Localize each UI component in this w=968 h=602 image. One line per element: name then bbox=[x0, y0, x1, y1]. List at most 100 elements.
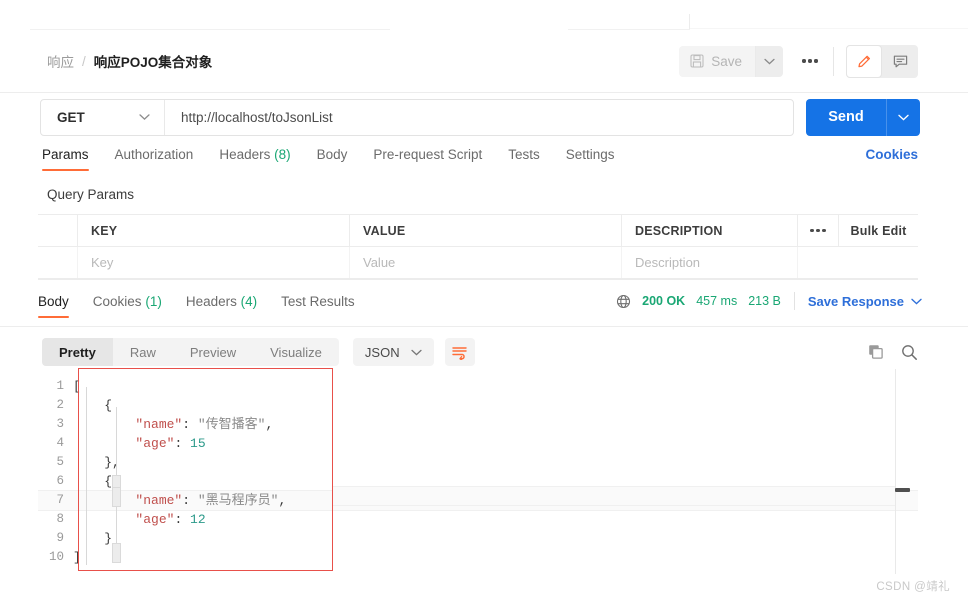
tab-authorization-label: Authorization bbox=[114, 147, 194, 162]
code-line: 5 }, bbox=[38, 453, 918, 472]
http-method-value: GET bbox=[57, 109, 85, 125]
wrap-lines-button[interactable] bbox=[444, 338, 475, 366]
code-line: 2 { bbox=[38, 396, 918, 415]
code-token-punc: : bbox=[174, 512, 191, 527]
http-method-select[interactable]: GET bbox=[41, 99, 165, 135]
response-tabs-list: Body Cookies (1) Headers (4) Test Result… bbox=[38, 294, 355, 318]
response-tab-cookies[interactable]: Cookies (1) bbox=[93, 294, 162, 318]
tab-settings[interactable]: Settings bbox=[566, 147, 615, 171]
tab-params[interactable]: Params bbox=[42, 147, 89, 171]
response-body-code[interactable]: 1[2 {3 "name": "传智播客", 4 "age": 15 5 }, 6 {… bbox=[38, 369, 918, 581]
param-description-input[interactable]: Description bbox=[622, 247, 798, 278]
code-line: 3 "name": "传智播客", bbox=[38, 415, 918, 434]
tab-body-label: Body bbox=[316, 147, 348, 162]
kebab-dots-icon bbox=[802, 59, 818, 63]
code-token-key: "name" bbox=[135, 417, 183, 432]
url-input-value: http://localhost/toJsonList bbox=[181, 109, 333, 125]
code-line: 10] bbox=[38, 548, 918, 567]
response-tab-body[interactable]: Body bbox=[38, 294, 69, 318]
save-button-label: Save bbox=[711, 53, 742, 69]
line-number: 10 bbox=[48, 550, 64, 564]
code-token-punc: ] bbox=[73, 550, 81, 565]
code-text: }, bbox=[73, 453, 120, 472]
send-dropdown-button[interactable] bbox=[886, 98, 920, 136]
tab-tests[interactable]: Tests bbox=[508, 147, 540, 171]
response-tab-cookies-count: (1) bbox=[145, 294, 162, 309]
chevron-down-icon bbox=[764, 58, 775, 65]
floppy-disk-icon bbox=[690, 54, 704, 68]
copy-icon bbox=[868, 344, 884, 360]
row-checkbox[interactable] bbox=[38, 247, 78, 278]
code-token-key: "name" bbox=[135, 493, 183, 508]
code-line: 4 "age": 15 bbox=[38, 434, 918, 453]
horizontal-scrollbar-thumb[interactable] bbox=[895, 488, 910, 492]
code-line: 8 "age": 12 bbox=[38, 510, 918, 529]
body-view-pretty[interactable]: Pretty bbox=[42, 338, 113, 366]
url-input[interactable]: http://localhost/toJsonList bbox=[165, 100, 793, 135]
breadcrumb: 响应 / 响应POJO集合对象 bbox=[47, 51, 212, 71]
body-view-switch: Pretty Raw Preview Visualize bbox=[42, 338, 339, 366]
body-format-select[interactable]: JSON bbox=[352, 338, 434, 366]
line-number: 4 bbox=[56, 436, 64, 450]
code-right-rule bbox=[895, 369, 896, 574]
body-toolbar-right-icons bbox=[868, 344, 918, 361]
tab-authorization[interactable]: Authorization bbox=[115, 147, 194, 171]
response-tab-headers-label: Headers bbox=[185, 294, 237, 309]
header-checkbox-cell bbox=[38, 215, 78, 246]
response-tab-test-results[interactable]: Test Results bbox=[281, 294, 355, 318]
code-token-punc: } bbox=[104, 531, 113, 546]
request-header: 响应 / 响应POJO集合对象 Save bbox=[0, 30, 968, 93]
response-tab-headers[interactable]: Headers (4) bbox=[186, 294, 257, 318]
tab-headers-count: (8) bbox=[274, 147, 291, 162]
body-format-value: JSON bbox=[364, 344, 400, 360]
postman-window: 响应 / 响应POJO集合对象 Save GET http://localhos… bbox=[0, 0, 968, 602]
line-number: 6 bbox=[56, 474, 64, 488]
tab-tests-label: Tests bbox=[508, 147, 540, 162]
params-more-button[interactable] bbox=[798, 215, 839, 246]
param-value-input[interactable]: Value bbox=[350, 247, 622, 278]
more-actions-button[interactable] bbox=[793, 46, 827, 77]
body-view-raw[interactable]: Raw bbox=[113, 338, 173, 366]
send-button[interactable]: Send bbox=[806, 99, 886, 136]
save-button[interactable]: Save bbox=[679, 45, 756, 77]
param-key-input[interactable]: Key bbox=[78, 247, 350, 278]
search-icon bbox=[901, 344, 918, 361]
line-number: 3 bbox=[56, 417, 64, 431]
code-fold-toggle[interactable] bbox=[112, 487, 121, 507]
copy-button[interactable] bbox=[868, 344, 884, 360]
body-view-visualize[interactable]: Visualize bbox=[253, 338, 339, 366]
code-text: [ bbox=[73, 377, 81, 396]
code-token-punc: { bbox=[104, 474, 113, 489]
save-dropdown-button[interactable] bbox=[756, 45, 783, 77]
cookies-link[interactable]: Cookies bbox=[865, 147, 918, 162]
body-view-preview[interactable]: Preview bbox=[173, 338, 253, 366]
tab-body[interactable]: Body bbox=[317, 147, 348, 171]
header-divider bbox=[833, 46, 834, 76]
breadcrumb-parent[interactable]: 响应 bbox=[47, 51, 74, 71]
comment-button[interactable] bbox=[882, 45, 918, 78]
code-fold-toggle[interactable] bbox=[112, 543, 121, 563]
tab-headers[interactable]: Headers (8) bbox=[219, 147, 290, 171]
tab-settings-label: Settings bbox=[565, 147, 615, 162]
code-token-key: "age" bbox=[135, 512, 175, 527]
query-params-table: KEY VALUE DESCRIPTION Bulk Edit Key Valu… bbox=[38, 214, 918, 280]
response-divider bbox=[0, 326, 968, 327]
globe-icon bbox=[616, 294, 631, 309]
code-text: "name": "黑马程序员", bbox=[73, 491, 286, 510]
row-spacer-bulk bbox=[839, 247, 918, 278]
code-token-punc: , bbox=[278, 493, 287, 508]
method-url-group: GET http://localhost/toJsonList bbox=[40, 98, 794, 136]
code-text: } bbox=[73, 529, 112, 548]
query-params-title: Query Params bbox=[47, 187, 135, 202]
edit-toggle-button[interactable] bbox=[846, 44, 882, 78]
save-response-button[interactable]: Save Response bbox=[808, 294, 922, 309]
code-text: { bbox=[73, 396, 112, 415]
code-token-punc: : bbox=[174, 436, 191, 451]
column-header-description: DESCRIPTION bbox=[622, 215, 798, 246]
bulk-edit-button[interactable]: Bulk Edit bbox=[839, 215, 918, 246]
search-button[interactable] bbox=[901, 344, 918, 361]
line-number: 5 bbox=[56, 455, 64, 469]
code-text: ] bbox=[73, 548, 81, 567]
tab-pre-request-script[interactable]: Pre-request Script bbox=[373, 147, 482, 171]
tab-strip-remnant bbox=[0, 0, 968, 30]
